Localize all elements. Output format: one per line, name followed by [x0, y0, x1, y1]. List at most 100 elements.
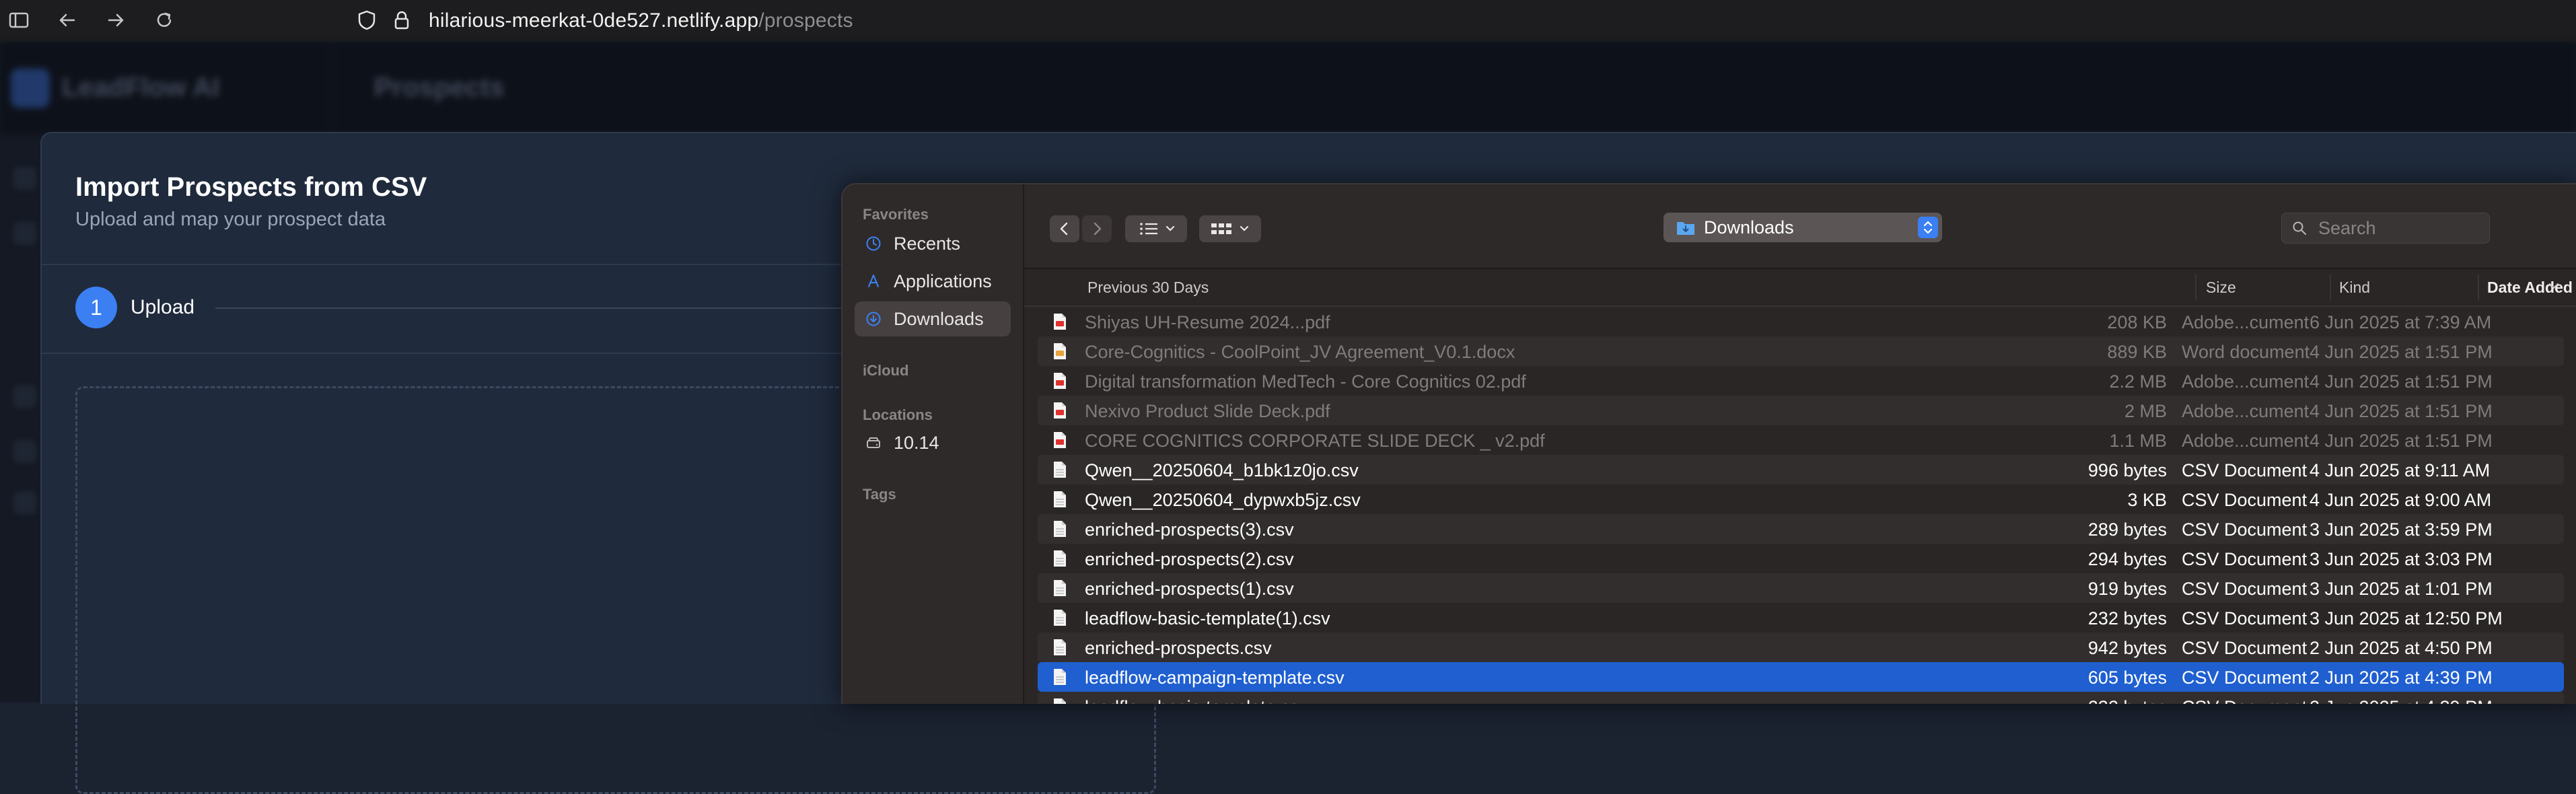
address-bar[interactable]: hilarious-meerkat-0de527.netlify.app/pro… — [340, 0, 2576, 42]
url-text[interactable]: hilarious-meerkat-0de527.netlify.app/pro… — [429, 9, 853, 32]
chevron-right-icon — [1094, 222, 1102, 236]
file-date-added: 4 Jun 2025 at 9:00 AM — [2310, 490, 2492, 510]
file-date-added: 2 Jun 2025 at 4:39 PM — [2310, 667, 2493, 688]
csv-file-icon — [1052, 609, 1067, 626]
file-date-added: 6 Jun 2025 at 7:39 AM — [2310, 312, 2492, 332]
file-name: enriched-prospects.csv — [1085, 638, 1272, 658]
file-kind: CSV Document — [2182, 697, 2307, 704]
csv-file-icon — [1052, 461, 1067, 478]
file-row[interactable]: enriched-prospects(1).csv 919 bytes CSV Do… — [1038, 573, 2564, 603]
file-size: 232 bytes — [2047, 697, 2167, 704]
file-kind: Word document — [2182, 342, 2310, 362]
file-row-selected[interactable]: leadflow-campaign-template.csv 605 bytes C… — [1038, 662, 2564, 692]
file-kind: Adobe...cument — [2182, 371, 2310, 392]
file-size: 208 KB — [2107, 312, 2167, 332]
pdf-file-icon — [1052, 431, 1067, 449]
file-row[interactable]: Core-Cognitics - CoolPoint_JV Agreement_… — [1038, 336, 2564, 366]
sidebar-item-label: 10.14 — [894, 433, 939, 453]
search-field[interactable] — [2281, 213, 2490, 244]
file-name: Nexivo Product Slide Deck.pdf — [1085, 401, 1330, 421]
column-divider — [2478, 275, 2479, 300]
search-input[interactable] — [2317, 217, 2481, 239]
file-size: 889 KB — [2107, 342, 2167, 362]
kind-column-header[interactable]: Kind — [2339, 279, 2370, 297]
file-row[interactable]: leadflow-basic-template(1).csv 232 bytes C… — [1038, 603, 2564, 633]
url-host: hilarious-meerkat-0de527.netlify.app — [429, 9, 759, 32]
file-name: Core-Cognitics - CoolPoint_JV Agreement_… — [1085, 342, 1515, 362]
file-row[interactable]: Qwen__20250604_b1bk1z0jo.csv 996 bytes CSV… — [1038, 455, 2564, 484]
file-row[interactable]: Nexivo Product Slide Deck.pdf 2 MB Adobe..… — [1038, 396, 2564, 425]
csv-file-icon — [1052, 579, 1067, 597]
back-arrow-icon[interactable] — [54, 7, 81, 34]
modal-title: Import Prospects from CSV — [75, 172, 427, 202]
grid-view-icon — [1211, 223, 1249, 234]
file-list-header: Previous 30 Days Size Kind Date Added — [1024, 269, 2576, 307]
csv-file-icon — [1052, 550, 1067, 567]
folder-icon — [1677, 222, 1694, 235]
search-icon — [2293, 221, 2306, 235]
chevron-left-icon — [1060, 222, 1068, 236]
file-size: 294 bytes — [2087, 549, 2167, 569]
sidebar-item-drive[interactable]: 10.14 — [855, 425, 1011, 460]
file-row[interactable]: Digital transformation MedTech - Core Co… — [1038, 366, 2564, 396]
csv-file-icon — [1052, 491, 1067, 508]
document-file-icon — [1052, 342, 1067, 360]
file-size: 996 bytes — [2087, 460, 2167, 480]
sidebar-item-downloads[interactable]: Downloads — [855, 301, 1011, 336]
column-divider — [2330, 275, 2331, 300]
file-kind: Adobe...cument — [2182, 431, 2310, 451]
file-kind: CSV Document — [2182, 608, 2307, 628]
shield-icon[interactable] — [353, 7, 380, 34]
back-button[interactable] — [1050, 215, 1079, 242]
view-list-button[interactable] — [1125, 215, 1187, 242]
step-label: Upload — [131, 296, 195, 318]
sidebar-item-applications[interactable]: Applications — [855, 264, 1011, 299]
file-name: Shiyas UH-Resume 2024...pdf — [1085, 312, 1330, 332]
popup-stepper-icon — [1918, 217, 1938, 238]
chevron-down-icon[interactable] — [2546, 279, 2561, 293]
download-icon — [865, 311, 882, 327]
location-popup[interactable]: Downloads — [1663, 213, 1942, 242]
file-kind: Adobe...cument — [2182, 401, 2310, 421]
file-size: 919 bytes — [2087, 579, 2167, 599]
csv-file-icon — [1052, 639, 1067, 656]
file-date-added: 4 Jun 2025 at 1:51 PM — [2310, 401, 2493, 421]
file-row[interactable]: enriched-prospects(3).csv 289 bytes CSV Do… — [1038, 514, 2564, 544]
file-row[interactable]: leadflow-basic-template.csv 232 bytes CSV … — [1038, 692, 2564, 704]
sidebar-item-recents[interactable]: Recents — [855, 226, 1011, 261]
csv-file-icon — [1052, 520, 1067, 538]
step-indicator: 1 — [75, 287, 117, 328]
view-grid-button[interactable] — [1199, 215, 1261, 242]
file-kind: CSV Document — [2182, 579, 2307, 599]
lock-icon[interactable] — [388, 7, 415, 34]
file-row[interactable]: Shiyas UH-Resume 2024...pdf 208 KB Adobe..… — [1038, 307, 2564, 336]
file-name: Digital transformation MedTech - Core Co… — [1085, 371, 1526, 392]
sidebar-toggle-icon[interactable] — [5, 7, 32, 34]
file-kind: CSV Document — [2182, 667, 2307, 688]
file-row[interactable]: CORE COGNITICS CORPORATE SLIDE DECK _ v2… — [1038, 425, 2564, 455]
forward-arrow-icon[interactable] — [102, 7, 129, 34]
file-date-added: 3 Jun 2025 at 1:01 PM — [2310, 579, 2493, 599]
forward-button[interactable] — [1082, 215, 1112, 242]
csv-file-icon — [1052, 698, 1067, 704]
file-size: 2 MB — [2124, 401, 2167, 421]
file-date-added: 2 Jun 2025 at 4:39 PM — [2310, 697, 2493, 704]
reload-icon[interactable] — [151, 7, 178, 34]
applications-icon — [865, 273, 882, 289]
file-date-added: 3 Jun 2025 at 3:03 PM — [2310, 549, 2493, 569]
file-size: 232 bytes — [2087, 608, 2167, 628]
file-size: 3 KB — [2127, 490, 2167, 510]
file-row[interactable]: enriched-prospects(2).csv 294 bytes CSV Do… — [1038, 544, 2564, 573]
file-date-added: 4 Jun 2025 at 1:51 PM — [2310, 342, 2493, 362]
sidebar-section-favorites: Favorites — [863, 206, 929, 223]
file-name: Qwen__20250604_dypwxb5jz.csv — [1085, 490, 1361, 510]
file-date-added: 4 Jun 2025 at 9:11 AM — [2310, 460, 2491, 480]
file-name: CORE COGNITICS CORPORATE SLIDE DECK _ v2… — [1085, 431, 1545, 451]
file-size: 2.2 MB — [2109, 371, 2167, 392]
file-row[interactable]: enriched-prospects.csv 942 bytes CSV Docum… — [1038, 633, 2564, 662]
browser-toolbar: hilarious-meerkat-0de527.netlify.app/pro… — [0, 0, 2576, 42]
size-column-header[interactable]: Size — [2206, 279, 2236, 297]
file-name: enriched-prospects(1).csv — [1085, 579, 1294, 599]
file-row[interactable]: Qwen__20250604_dypwxb5jz.csv 3 KB CSV Docu… — [1038, 484, 2564, 514]
modal-subtitle: Upload and map your prospect data — [75, 209, 386, 230]
